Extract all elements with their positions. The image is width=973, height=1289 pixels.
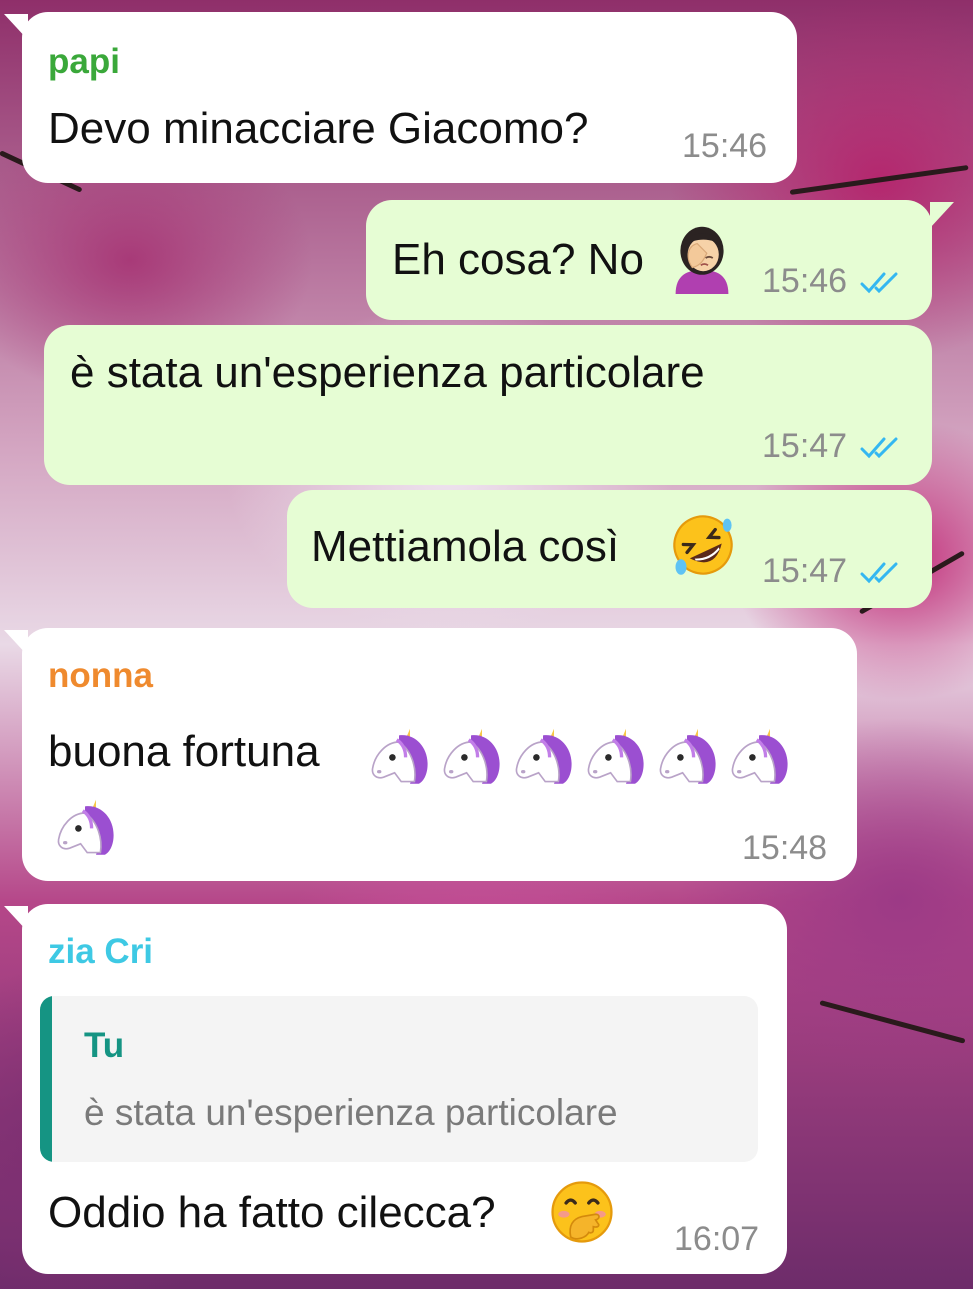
message-time: 15:46 [762,262,848,300]
read-receipt-icon [860,272,898,294]
sender-name: zia Cri [48,932,154,971]
message-time: 15:48 [742,829,828,867]
unicorn-icon [659,728,716,784]
unicorn-icon [57,799,114,855]
message-bubble-incoming[interactable]: zia Cri Tu è stata un'esperienza partico… [22,904,787,1274]
message-bubble-incoming[interactable]: nonna buona fortuna 15:48 [22,628,857,881]
message-bubble-outgoing[interactable]: Mettiamola così 15:47 [287,490,932,608]
message-time: 15:47 [762,552,848,590]
message-text: Oddio ha fatto cilecca? [48,1188,496,1237]
message-text: Eh cosa? No [392,235,644,284]
woman-facepalming-icon [675,226,729,294]
unicorn-icon [515,728,572,784]
read-receipt-icon [860,562,898,584]
sender-name: papi [48,42,120,81]
unicorn-icon [731,728,788,784]
message-time: 16:07 [674,1220,760,1258]
read-receipt-icon [860,437,898,459]
wallpaper-branch [789,164,969,195]
message-bubble-incoming[interactable]: papi Devo minacciare Giacomo? 15:46 [22,12,797,183]
quote-text: è stata un'esperienza particolare [84,1092,618,1133]
emoji-row [22,628,857,881]
message-text: è stata un'esperienza particolare [70,348,705,397]
quoted-message[interactable]: Tu è stata un'esperienza particolare [40,996,758,1162]
message-time: 15:47 [762,427,848,465]
message-text: Devo minacciare Giacomo? [48,104,589,153]
unicorn-icon [587,728,644,784]
message-bubble-outgoing[interactable]: Eh cosa? No 15:46 [366,200,932,320]
message-time: 15:46 [682,127,768,165]
rolling-on-floor-laughing-icon [673,515,733,575]
quote-bar [40,996,52,1162]
unicorn-icon [371,728,428,784]
hand-over-mouth-icon [551,1181,613,1243]
wallpaper-branch [819,1000,966,1044]
quote-author: Tu [84,1026,125,1065]
unicorn-icon [443,728,500,784]
message-bubble-outgoing[interactable]: è stata un'esperienza particolare 15:47 [44,325,932,485]
message-text: Mettiamola così [311,522,620,571]
bubble-tail [930,202,954,228]
